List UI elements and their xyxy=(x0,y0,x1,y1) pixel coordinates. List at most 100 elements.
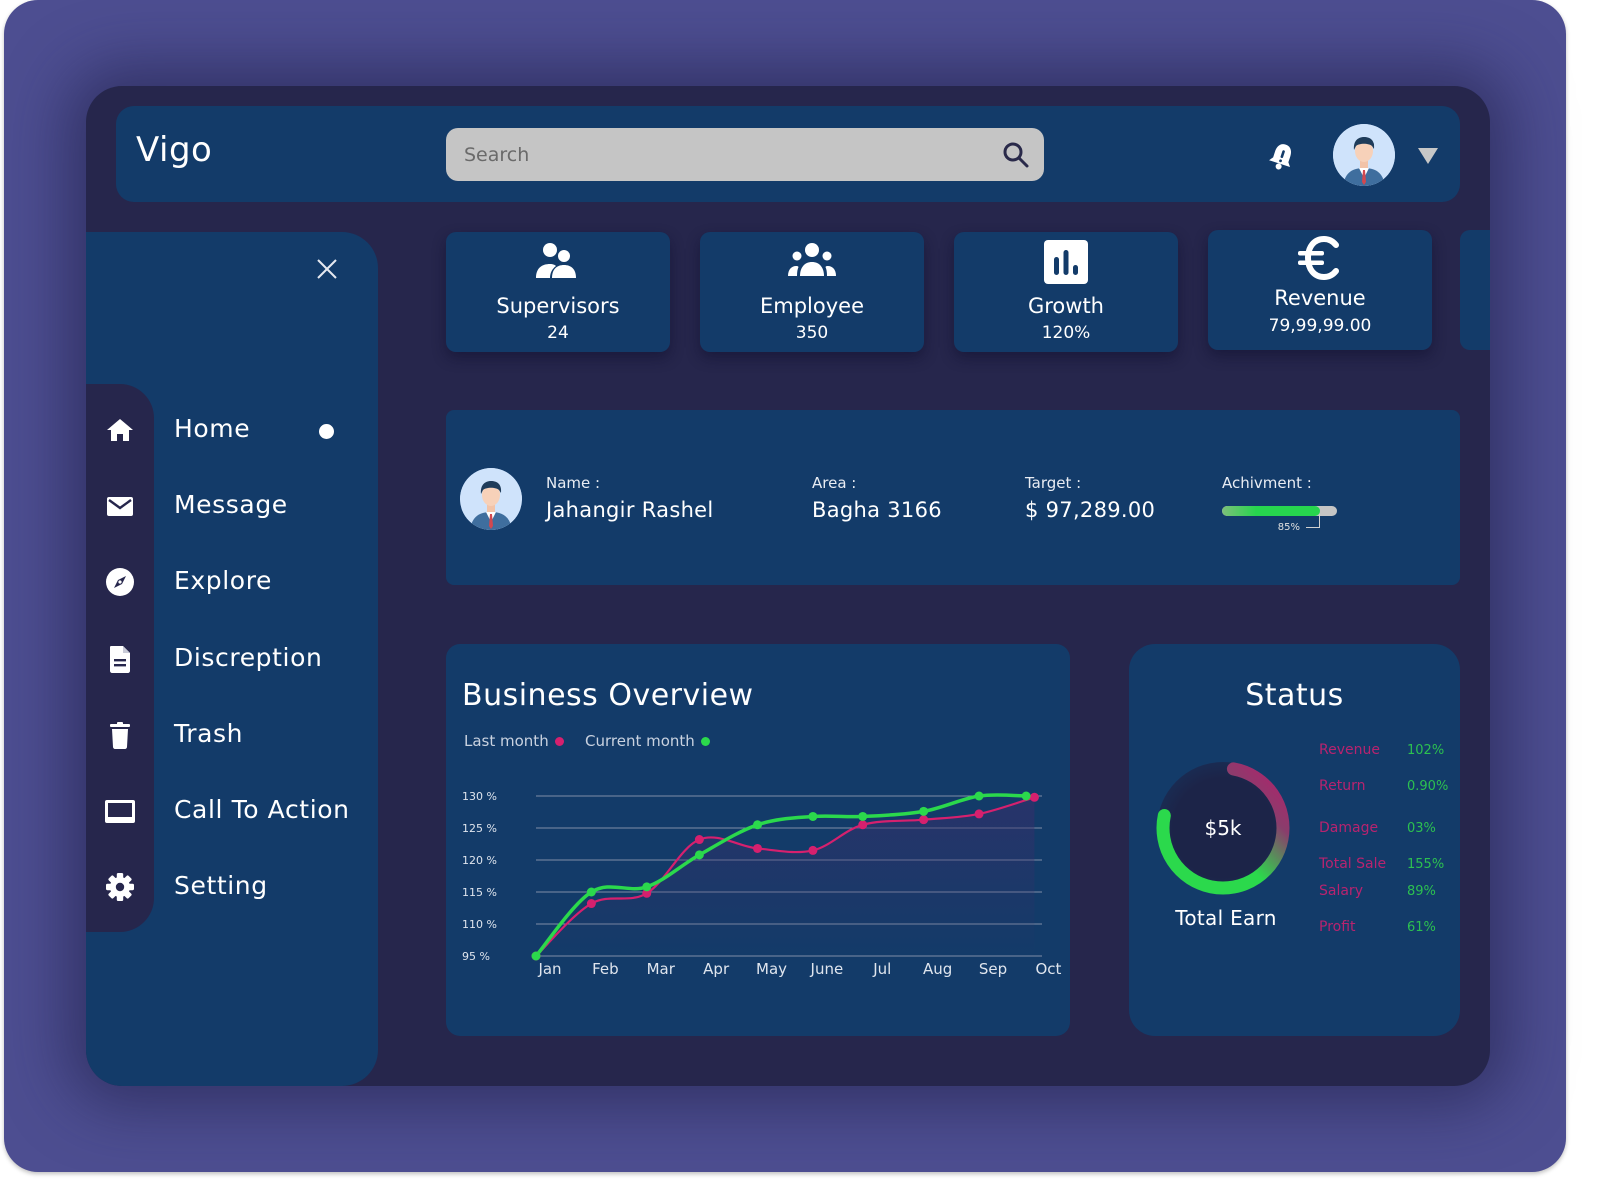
employee-profile-card: Name : Jahangir Rashel Area : Bagha 3166… xyxy=(446,410,1460,585)
data-point-current-month xyxy=(919,806,929,816)
search-icon[interactable] xyxy=(1002,141,1030,169)
stat-card-employee[interactable]: Employee 350 xyxy=(700,232,924,352)
sidebar: Home Message Explore Discreption Trash C… xyxy=(86,232,378,1086)
close-icon[interactable] xyxy=(314,256,340,282)
business-overview-card: Business Overview Last month Current mon… xyxy=(446,644,1070,1036)
bell-alert-icon[interactable] xyxy=(1266,140,1298,172)
user-avatar[interactable] xyxy=(1333,124,1395,186)
data-point-current-month xyxy=(1021,791,1031,801)
sidebar-item-home[interactable]: Home xyxy=(86,406,378,454)
stat-label: Growth xyxy=(1027,294,1104,318)
status-row-label: Profit xyxy=(1319,919,1356,935)
sidebar-item-message[interactable]: Message xyxy=(86,482,378,530)
document-icon xyxy=(110,646,130,673)
y-tick-label: 115 % xyxy=(462,886,497,899)
status-row-profit: Profit 61% xyxy=(1319,919,1436,935)
x-tick-label: Oct xyxy=(1035,960,1061,978)
profile-target-field: Target : $ 97,289.00 xyxy=(1025,474,1155,522)
name-value: Jahangir Rashel xyxy=(546,498,714,522)
dashboard-frame: Vigo Search Home Message Explore Discrep… xyxy=(86,86,1490,1086)
data-point-last-month xyxy=(919,815,929,825)
home-icon xyxy=(107,419,133,441)
employees-icon xyxy=(788,243,836,276)
data-point-current-month xyxy=(586,887,596,897)
stat-card-supervisors[interactable]: Supervisors 24 xyxy=(446,232,670,352)
sidebar-item-label: Discreption xyxy=(174,643,323,672)
stat-card-growth[interactable]: Growth 120% xyxy=(954,232,1178,352)
brand-logo[interactable]: Vigo xyxy=(136,130,212,170)
data-point-current-month xyxy=(694,850,704,860)
y-tick-label: 130 % xyxy=(462,790,497,803)
status-row-label: Return xyxy=(1319,778,1366,794)
x-tick-label: Jul xyxy=(872,960,891,978)
data-point-last-month xyxy=(1029,792,1039,802)
total-earn-value: $5k xyxy=(1204,816,1242,840)
data-point-current-month xyxy=(642,882,652,892)
sidebar-item-call-to-action[interactable]: Call To Action xyxy=(86,787,378,835)
stat-value: 350 xyxy=(795,323,829,343)
supervisors-icon xyxy=(536,243,576,278)
series-area xyxy=(536,797,1035,956)
status-row-salary: Salary 89% xyxy=(1319,883,1436,899)
sidebar-item-label: Setting xyxy=(174,871,268,900)
sidebar-item-label: Trash xyxy=(174,719,244,748)
stat-card-revenue[interactable]: Revenue 79,99,99.00 xyxy=(1208,230,1432,350)
sidebar-item-label: Call To Action xyxy=(174,795,350,824)
area-value: Bagha 3166 xyxy=(812,498,942,522)
status-row-return: Return 0.90% xyxy=(1319,778,1448,794)
stat-value: 120% xyxy=(1041,323,1091,343)
employee-avatar[interactable] xyxy=(460,468,522,530)
line-chart: 130 % 125 % 120 % 115 % 110 % 95 % Jan Feb Mar Ap… xyxy=(462,790,1061,978)
stat-value: 79,99,99.00 xyxy=(1268,316,1372,336)
sidebar-item-label: Home xyxy=(174,414,251,443)
status-row-label: Damage xyxy=(1319,820,1379,836)
data-point-current-month xyxy=(974,791,984,801)
achievement-progress-bar xyxy=(1222,506,1337,516)
sidebar-item-explore[interactable]: Explore xyxy=(86,558,378,606)
data-point-current-month xyxy=(753,820,763,830)
caret-down-icon[interactable] xyxy=(1418,148,1438,164)
sidebar-item-setting[interactable]: Setting xyxy=(86,863,378,911)
profile-name-field: Name : Jahangir Rashel xyxy=(546,474,714,522)
area-label: Area : xyxy=(812,474,857,492)
app-background: Vigo Search Home Message Explore Discrep… xyxy=(4,0,1566,1172)
status-row-label: Salary xyxy=(1319,883,1363,899)
stat-card-partial[interactable] xyxy=(1460,230,1490,350)
status-row-value: 61% xyxy=(1407,920,1436,935)
y-tick-label: 120 % xyxy=(462,854,497,867)
stat-label: Revenue xyxy=(1274,286,1366,310)
search-input[interactable] xyxy=(446,128,1044,181)
status-row-value: 155% xyxy=(1407,857,1445,872)
x-tick-label: Apr xyxy=(703,960,730,978)
top-header: Vigo xyxy=(116,106,1460,202)
x-tick-label: Mar xyxy=(647,960,676,978)
stat-label: Employee xyxy=(759,294,864,318)
sidebar-item-discreption[interactable]: Discreption xyxy=(86,635,378,683)
status-row-value: 03% xyxy=(1407,821,1436,836)
status-row-label: Total Sale xyxy=(1319,856,1387,872)
trash-icon xyxy=(110,722,130,749)
name-label: Name : xyxy=(546,474,601,492)
stat-value: 24 xyxy=(547,323,569,343)
x-tick-label: Feb xyxy=(592,960,619,978)
data-point-last-month xyxy=(586,899,596,909)
sidebar-item-trash[interactable]: Trash xyxy=(86,711,378,759)
status-row-total-sale: Total Sale 155% xyxy=(1319,856,1444,872)
x-tick-label: Jan xyxy=(537,960,561,978)
status-row-value: 0.90% xyxy=(1407,779,1449,794)
status-card: Status $5k Total Earn Revenue 102% Retur… xyxy=(1129,644,1460,1036)
search-box[interactable] xyxy=(446,128,1044,181)
data-point-last-month xyxy=(974,809,984,819)
profile-area-field: Area : Bagha 3166 xyxy=(812,474,942,522)
euro-icon xyxy=(1298,236,1339,280)
total-earn-label: Total Earn xyxy=(1175,906,1277,930)
stat-label: Supervisors xyxy=(496,294,620,318)
y-tick-label: 110 % xyxy=(462,918,497,931)
target-value: $ 97,289.00 xyxy=(1025,498,1156,522)
gear-icon xyxy=(106,873,134,901)
envelope-icon xyxy=(107,497,133,516)
sidebar-item-label: Explore xyxy=(174,566,273,595)
data-point-last-month xyxy=(753,843,763,853)
status-row-revenue: Revenue 102% xyxy=(1319,742,1444,758)
y-tick-label: 125 % xyxy=(462,822,497,835)
